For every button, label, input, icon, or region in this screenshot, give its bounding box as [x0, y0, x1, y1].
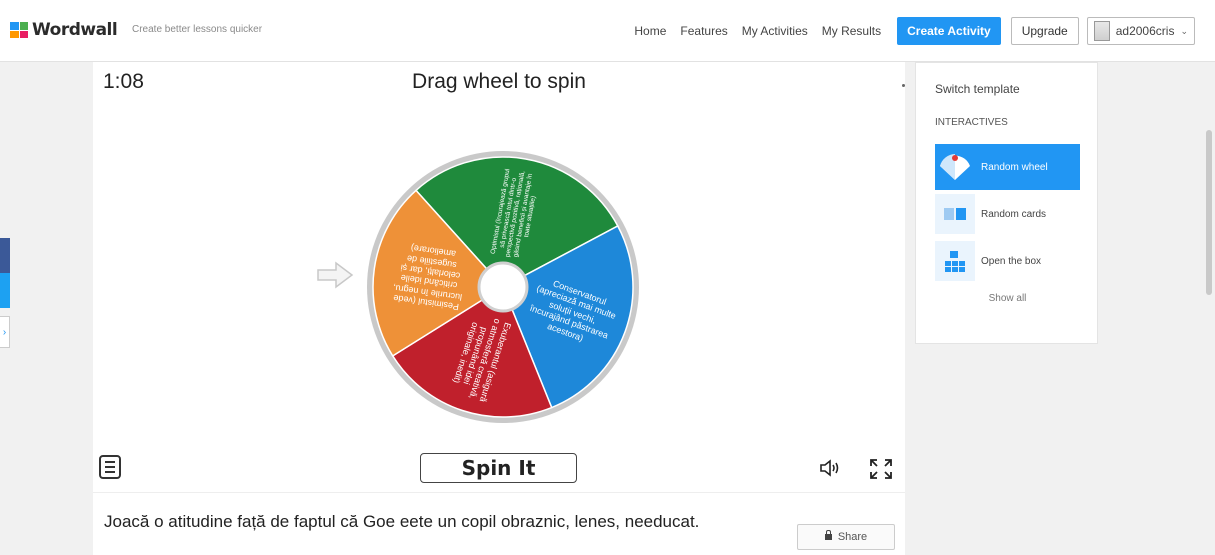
- template-open-the-box[interactable]: Open the box: [935, 238, 1080, 284]
- twitter-share-tab[interactable]: [0, 273, 10, 308]
- spin-button[interactable]: Spin It: [420, 453, 577, 483]
- avatar: [1093, 21, 1110, 41]
- nav-my-results[interactable]: My Results: [822, 24, 881, 38]
- wheel-icon: [935, 147, 975, 187]
- top-bar: Wordwall Create better lessons quicker H…: [0, 0, 1215, 62]
- nav-my-activities[interactable]: My Activities: [742, 24, 808, 38]
- wheel-segment-label: Pesimistul (vede lucrurile în negru, cri…: [392, 243, 462, 312]
- switch-template-title: Switch template: [935, 82, 1020, 96]
- game-title: Drag wheel to spin: [412, 70, 586, 93]
- tagline: Create better lessons quicker: [132, 24, 263, 35]
- expand-share-icon[interactable]: ›: [0, 316, 10, 348]
- lock-icon: [824, 530, 832, 540]
- template-random-cards[interactable]: Random cards: [935, 191, 1080, 237]
- activity-description: Joacă o atitudine față de faptul că Goe …: [104, 512, 700, 531]
- page-scrollbar[interactable]: [1203, 62, 1215, 555]
- logo[interactable]: Wordwall: [10, 20, 118, 40]
- share-button[interactable]: Share: [797, 524, 895, 550]
- template-random-wheel[interactable]: Random wheel: [935, 144, 1080, 190]
- wheel-hub: [477, 261, 529, 313]
- sound-icon[interactable]: [819, 458, 841, 478]
- template-label: Random cards: [981, 208, 1047, 220]
- main-nav: Home Features My Activities My Results C…: [620, 16, 1195, 46]
- logo-icon: [10, 22, 28, 38]
- fullscreen-icon[interactable]: [868, 457, 894, 481]
- upgrade-button[interactable]: Upgrade: [1010, 17, 1079, 45]
- interactives-heading: INTERACTIVES: [935, 117, 1008, 128]
- chevron-down-icon: ⌄: [1180, 25, 1188, 36]
- cards-icon: [935, 194, 975, 234]
- scrollbar-thumb[interactable]: [1206, 130, 1212, 295]
- template-panel: Switch template INTERACTIVES Random whee…: [915, 62, 1098, 344]
- pointer-arrow-icon: [317, 261, 354, 289]
- template-label: Random wheel: [981, 161, 1048, 173]
- user-menu[interactable]: ad2006cris ⌄: [1086, 17, 1195, 45]
- create-activity-button[interactable]: Create Activity: [897, 17, 1001, 45]
- menu-icon[interactable]: [99, 455, 121, 479]
- options-dot-icon[interactable]: [902, 84, 905, 87]
- box-icon: [935, 241, 975, 281]
- username: ad2006cris: [1115, 24, 1175, 38]
- game-panel: 1:08 Drag wheel to spin Optimistul (încu…: [93, 62, 905, 492]
- nav-features[interactable]: Features: [680, 24, 727, 38]
- facebook-share-tab[interactable]: [0, 238, 10, 273]
- template-label: Open the box: [981, 255, 1042, 267]
- show-all-link[interactable]: Show all: [916, 293, 1099, 304]
- nav-home[interactable]: Home: [634, 24, 666, 38]
- share-label: Share: [837, 531, 868, 543]
- activity-description-area: Joacă o atitudine față de faptul că Goe …: [93, 492, 905, 555]
- spin-wheel[interactable]: Optimistul (încurajează grupul să privea…: [363, 147, 643, 427]
- logo-text: Wordwall: [32, 20, 118, 40]
